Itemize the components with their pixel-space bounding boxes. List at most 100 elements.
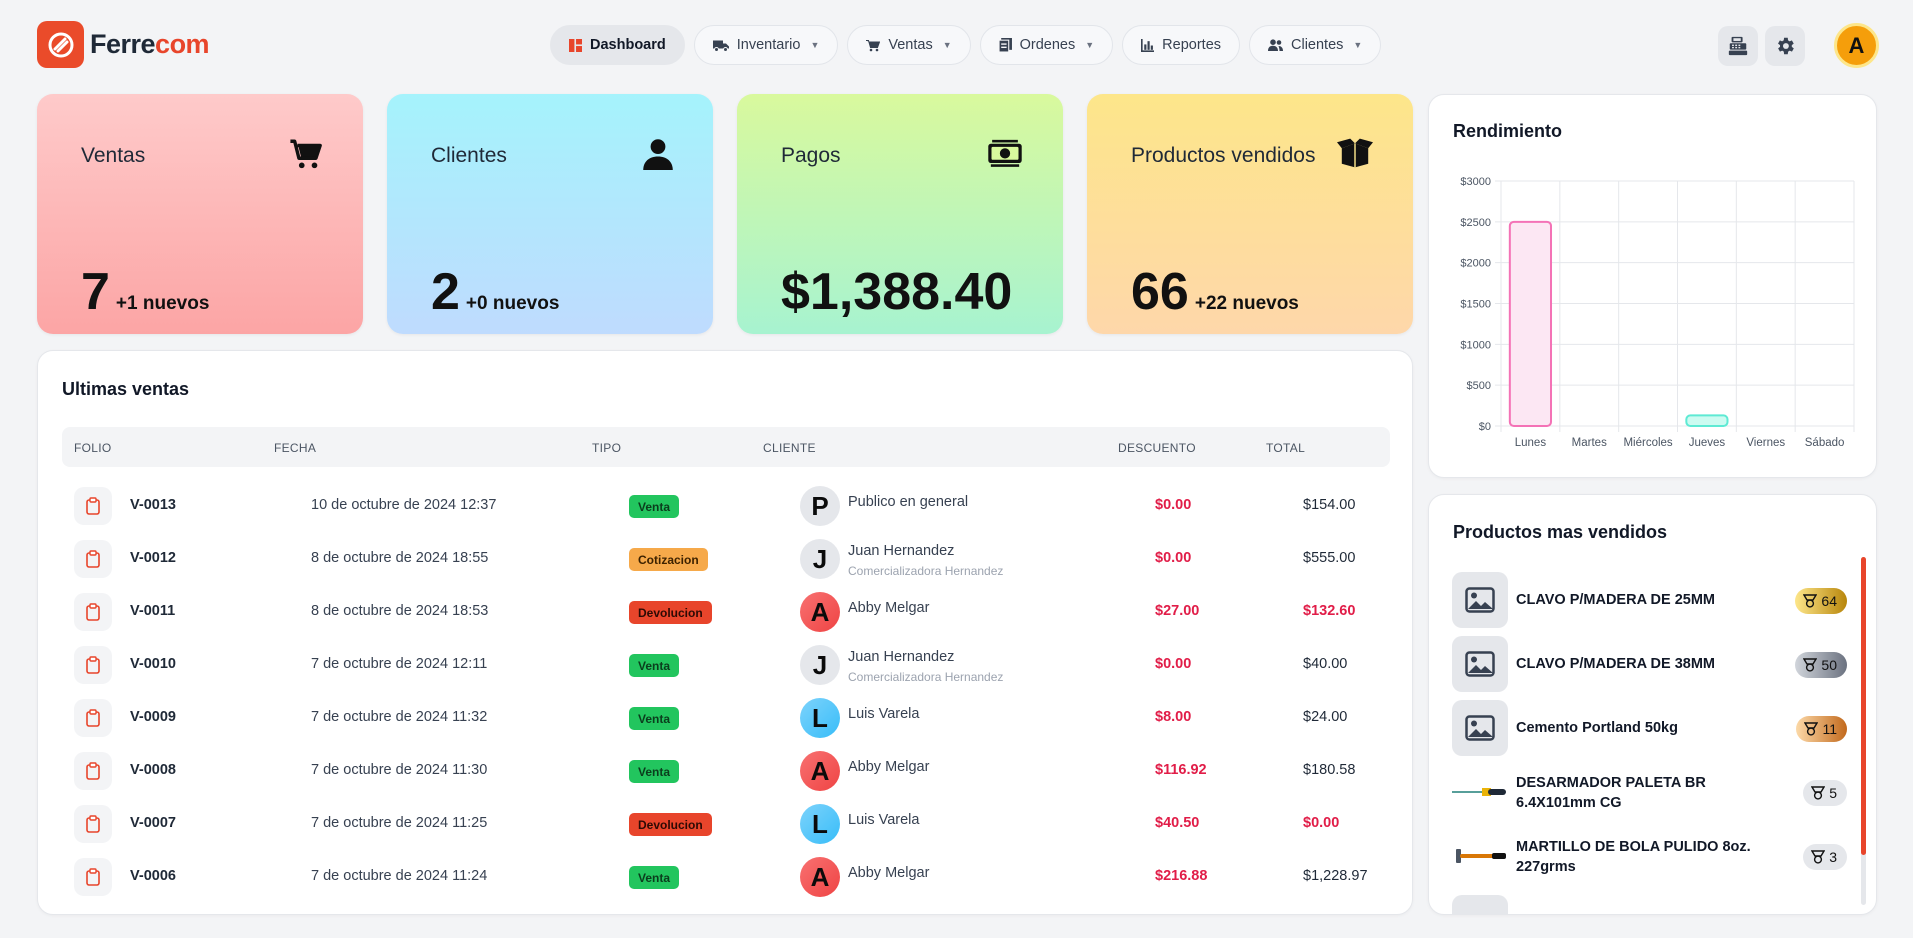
panel-title: Ultimas ventas <box>62 379 190 399</box>
folio: V-0013 <box>130 497 176 513</box>
folio: V-0012 <box>130 550 176 566</box>
fecha: 8 de octubre de 2024 18:55 <box>311 550 489 566</box>
table-row[interactable]: V-0008 7 de octubre de 2024 11:30 Venta A Ab… <box>62 743 1390 796</box>
productos-mas-vendidos-panel: Productos mas vendidos CLAVO P/MADERA DE… <box>1428 494 1877 915</box>
clipboard-icon[interactable] <box>74 752 112 790</box>
avatar: L <box>800 698 840 738</box>
fecha: 10 de octubre de 2024 12:37 <box>311 497 497 513</box>
table-row[interactable]: V-0013 10 de octubre de 2024 12:37 Venta P P… <box>62 478 1390 531</box>
settings-button[interactable] <box>1765 26 1805 66</box>
fecha: 8 de octubre de 2024 18:53 <box>311 603 489 619</box>
table-row[interactable]: V-0012 8 de octubre de 2024 18:55 Cotizaci… <box>62 531 1390 584</box>
clipboard-icon[interactable] <box>74 699 112 737</box>
clipboard-icon[interactable] <box>74 540 112 578</box>
descuento: $0.00 <box>1155 550 1192 566</box>
tipo-badge: Venta <box>629 866 680 889</box>
image-placeholder-icon <box>1452 700 1508 756</box>
user-initial: A <box>1848 32 1865 58</box>
nav-label: Dashboard <box>590 37 666 53</box>
total: $1,228.97 <box>1303 868 1368 884</box>
folio: V-0011 <box>130 603 176 619</box>
dashboard-icon <box>569 38 582 52</box>
cash-register-icon <box>1728 36 1748 56</box>
cliente-name: Publico en general <box>848 494 969 510</box>
total: $555.00 <box>1303 550 1356 566</box>
image-placeholder-icon <box>1452 572 1508 628</box>
descuento: $8.00 <box>1155 709 1192 725</box>
sold-count: 3 <box>1829 849 1837 865</box>
nav-reportes[interactable]: Reportes <box>1122 25 1241 65</box>
cliente-empresa: Comercializadora Hernandez <box>848 670 1004 684</box>
stat-value: $1,388.40 <box>781 263 1013 321</box>
nav-clientes[interactable]: Clientes ▼ <box>1249 25 1382 65</box>
list-item[interactable]: MARTILLO DE BOLA PULIDO 8oz. 227grms 3 <box>1452 826 1847 884</box>
y-tick-label: $2500 <box>1460 217 1491 229</box>
nav-inventario[interactable]: Inventario ▼ <box>693 25 839 65</box>
nav-dashboard[interactable]: Dashboard <box>550 25 685 65</box>
table-row[interactable]: V-0009 7 de octubre de 2024 11:32 Venta L Lu… <box>62 690 1390 743</box>
list-item <box>1452 893 1847 914</box>
col-tipo: TIPO <box>592 441 622 455</box>
fecha: 7 de octubre de 2024 12:11 <box>311 656 488 672</box>
caret-down-icon: ▼ <box>942 40 952 50</box>
nav-label: Clientes <box>1291 37 1344 53</box>
table-row[interactable]: V-0011 8 de octubre de 2024 18:53 Devoluci… <box>62 584 1390 637</box>
scrollbar[interactable] <box>1861 557 1866 905</box>
bar-jueves[interactable] <box>1685 414 1729 427</box>
scrollbar-thumb[interactable] <box>1861 557 1866 855</box>
total: $154.00 <box>1303 497 1356 513</box>
user-icon <box>643 139 673 170</box>
avatar: A <box>800 857 840 897</box>
nav-label: Reportes <box>1162 37 1222 53</box>
clipboard-icon[interactable] <box>74 646 112 684</box>
stat-card-pagos: Pagos $1,388.40 <box>737 94 1063 334</box>
nav-ordenes[interactable]: Ordenes ▼ <box>979 25 1114 65</box>
product-name: Cemento Portland 50kg <box>1516 720 1678 736</box>
tipo-badge: Venta <box>629 760 680 783</box>
cliente-name: Luis Varela <box>848 812 920 828</box>
list-item[interactable]: CLAVO P/MADERA DE 25MM 64 <box>1452 570 1847 628</box>
table-row[interactable]: V-0010 7 de octubre de 2024 12:11 Venta J Ju… <box>62 637 1390 690</box>
list-item[interactable]: CLAVO P/MADERA DE 38MM 50 <box>1452 634 1847 692</box>
y-tick-label: $3000 <box>1460 176 1491 188</box>
table-row[interactable]: V-0007 7 de octubre de 2024 11:25 Devoluci… <box>62 796 1390 849</box>
y-tick-label: $0 <box>1479 421 1491 433</box>
orders-icon <box>998 38 1012 52</box>
gear-icon <box>1778 37 1794 55</box>
brand-logo[interactable]: Ferrecom <box>37 21 210 68</box>
user-avatar[interactable]: A <box>1834 23 1879 68</box>
stat-label: Productos vendidos <box>1131 144 1316 167</box>
list-item[interactable]: Cemento Portland 50kg 11 <box>1452 698 1847 756</box>
cliente-name: Juan Hernandez <box>848 649 955 665</box>
avatar: J <box>800 645 840 685</box>
bar-lunes[interactable] <box>1508 220 1553 428</box>
avatar: L <box>800 804 840 844</box>
cash-register-button[interactable] <box>1718 26 1758 66</box>
col-fecha: FECHA <box>274 441 317 455</box>
nav-ventas[interactable]: Ventas ▼ <box>847 25 971 65</box>
folio: V-0009 <box>130 709 176 725</box>
money-icon <box>988 139 1022 167</box>
x-tick-label: Martes <box>1572 437 1607 449</box>
stat-card-productos: Productos vendidos 66 +22 nuevos <box>1087 94 1413 334</box>
descuento: $40.50 <box>1155 815 1200 831</box>
tipo-badge: Devolucion <box>629 813 712 836</box>
folio: V-0006 <box>130 868 176 884</box>
table-header: FOLIO FECHA TIPO CLIENTE DESCUENTO TOTAL <box>62 427 1390 467</box>
clipboard-icon[interactable] <box>74 593 112 631</box>
table-row[interactable]: V-0006 7 de octubre de 2024 11:24 Venta A Ab… <box>62 849 1390 902</box>
cliente-name: Abby Melgar <box>848 600 930 616</box>
nav-label: Ventas <box>888 37 933 53</box>
clipboard-icon[interactable] <box>74 858 112 896</box>
nav-label: Ordenes <box>1019 37 1076 53</box>
users-icon <box>1268 39 1284 51</box>
list-item[interactable]: DESARMADOR PALETA BR 6.4X101mm CG 5 <box>1452 762 1847 820</box>
tipo-badge: Cotizacion <box>629 548 708 571</box>
caret-down-icon: ▼ <box>1085 40 1095 50</box>
descuento: $216.88 <box>1155 868 1208 884</box>
sold-count-badge: 5 <box>1803 780 1847 806</box>
open-box-icon <box>1337 138 1373 168</box>
x-tick-label: Sábado <box>1805 437 1845 449</box>
clipboard-icon[interactable] <box>74 805 112 843</box>
clipboard-icon[interactable] <box>74 487 112 525</box>
